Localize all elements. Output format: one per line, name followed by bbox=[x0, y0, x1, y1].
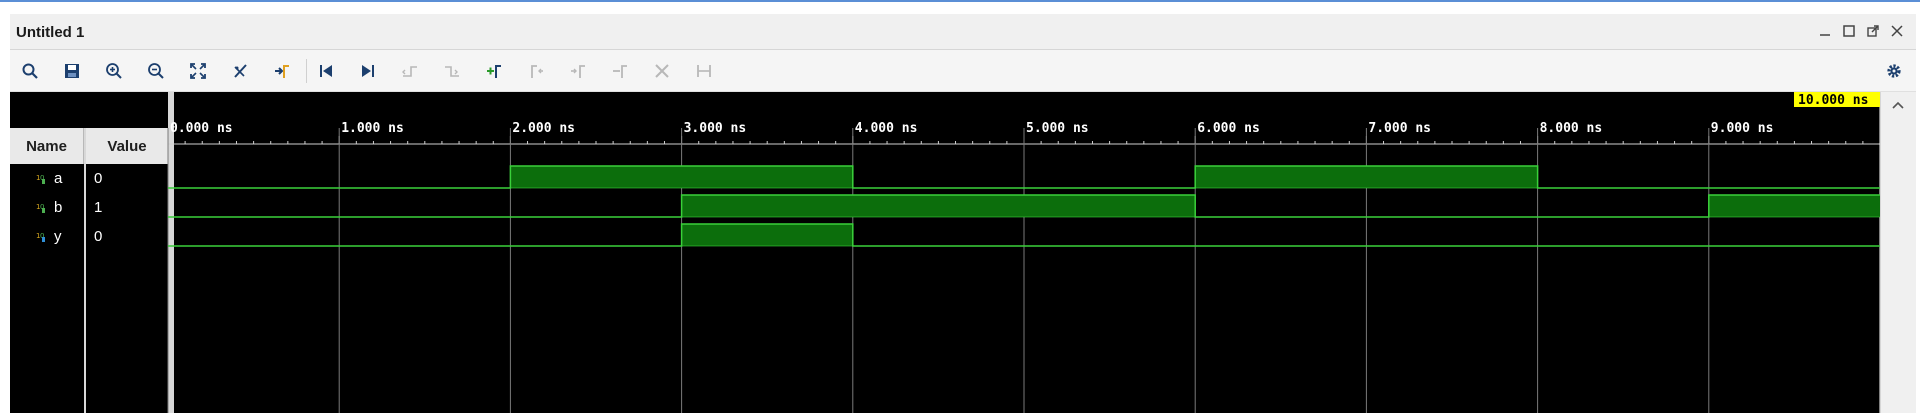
toolbar bbox=[10, 50, 1916, 92]
go-to-time-zero-icon[interactable] bbox=[312, 58, 340, 84]
add-marker-plus-icon[interactable] bbox=[480, 58, 508, 84]
delete-icon[interactable] bbox=[648, 58, 676, 84]
time-label: 7.000 ns bbox=[1368, 121, 1431, 136]
waveform-window: Untitled 1 Name Value 1 0 a 0 1 0 b 1 1 … bbox=[0, 0, 1920, 413]
signal-high-segment bbox=[681, 224, 853, 246]
go-to-last-time-icon[interactable] bbox=[354, 58, 382, 84]
save-icon[interactable] bbox=[58, 58, 86, 84]
next-marker-icon[interactable] bbox=[564, 58, 592, 84]
zoom-out-icon[interactable] bbox=[142, 58, 170, 84]
go-to-cursor-icon[interactable] bbox=[226, 58, 254, 84]
snap-icon[interactable] bbox=[690, 58, 718, 84]
time-label: 8.000 ns bbox=[1540, 121, 1603, 136]
time-label: 0.000 ns bbox=[170, 121, 233, 136]
time-label: 5.000 ns bbox=[1026, 121, 1089, 136]
zoom-in-icon[interactable] bbox=[100, 58, 128, 84]
scroll-up-icon[interactable] bbox=[1889, 96, 1907, 114]
waveform-area: Name Value 10 a 0 10 b 1 10 y 0 0.000 ns… bbox=[10, 92, 1916, 413]
window-title: Untitled 1 bbox=[16, 24, 85, 41]
swap-cursors-icon[interactable] bbox=[606, 58, 634, 84]
maximize-icon[interactable] bbox=[1840, 22, 1858, 40]
title-bar: Untitled 1 bbox=[10, 14, 1916, 50]
previous-transition-icon[interactable] bbox=[396, 58, 424, 84]
next-transition-icon[interactable] bbox=[438, 58, 466, 84]
time-label: 1.000 ns bbox=[341, 121, 404, 136]
waveform-plot[interactable]: 0.000 ns 1.000 ns 2.000 ns 3.000 ns 4.000 ns… bbox=[10, 92, 1916, 413]
toolbar-separator bbox=[306, 59, 307, 83]
time-label: 2.000 ns bbox=[512, 121, 575, 136]
signal-high-segment bbox=[681, 195, 1196, 217]
time-label: 4.000 ns bbox=[855, 121, 918, 136]
float-icon[interactable] bbox=[1864, 22, 1882, 40]
close-icon[interactable] bbox=[1888, 22, 1906, 40]
cursor-time-label: 10.000 ns bbox=[1798, 93, 1868, 108]
minimize-icon[interactable] bbox=[1816, 22, 1834, 40]
add-marker-icon[interactable] bbox=[268, 58, 296, 84]
gear-icon[interactable] bbox=[1880, 58, 1908, 84]
zoom-fit-icon[interactable] bbox=[184, 58, 212, 84]
previous-marker-icon[interactable] bbox=[522, 58, 550, 84]
signal-high-segment bbox=[510, 166, 853, 188]
time-label: 3.000 ns bbox=[684, 121, 747, 136]
search-icon[interactable] bbox=[16, 58, 44, 84]
vertical-scrollbar[interactable] bbox=[1880, 92, 1916, 413]
signal-high-segment bbox=[1708, 195, 1880, 217]
time-label: 9.000 ns bbox=[1711, 121, 1774, 136]
time-label: 6.000 ns bbox=[1197, 121, 1260, 136]
signal-high-segment bbox=[1195, 166, 1538, 188]
